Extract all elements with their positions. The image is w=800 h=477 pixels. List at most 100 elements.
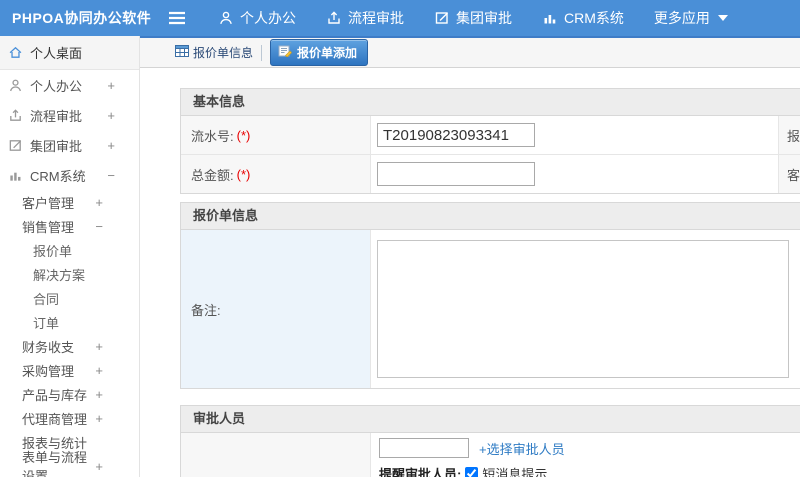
- expand-toggle[interactable]: +: [95, 411, 103, 426]
- remind-approver-label: 提醒审批人员:: [379, 467, 462, 477]
- edit-icon: [8, 138, 24, 153]
- nav-label: CRM系统: [564, 10, 624, 26]
- nav-personal-office[interactable]: 个人办公: [218, 8, 296, 28]
- edit-icon: [434, 10, 450, 26]
- nav-label: 更多应用: [653, 10, 710, 26]
- approver-field-cell: +选择审批人员 提醒审批人员: 短消息提示 注：流程第一步审批人员，这里选择你的…: [371, 433, 800, 477]
- sidebar-item-sales-mgmt[interactable]: 销售管理 −: [0, 214, 139, 238]
- sidebar-item-label: 销售管理: [22, 219, 75, 235]
- field-label-truncated: 客户: [787, 167, 800, 183]
- sidebar-item-form-flow-settings[interactable]: 表单与流程设置 +: [0, 450, 139, 477]
- sidebar-item-label: 个人桌面: [30, 46, 83, 61]
- collapse-toggle[interactable]: −: [107, 168, 115, 183]
- sidebar-item-product-inventory[interactable]: 产品与库存 +: [0, 382, 139, 406]
- form-content: 基本信息 流水号: (*) 报价: [140, 68, 800, 477]
- remark-textarea[interactable]: [377, 240, 789, 378]
- sidebar-item-label: 解决方案: [33, 267, 86, 283]
- sidebar-item-label: 采购管理: [22, 363, 75, 379]
- section-quotation-info: 报价单信息 备注:: [180, 202, 800, 389]
- sidebar-item-label: 个人办公: [30, 78, 83, 94]
- nav-label: 个人办公: [240, 10, 296, 26]
- sidebar-item-quotation[interactable]: 报价单: [0, 238, 139, 262]
- expand-toggle[interactable]: +: [95, 459, 103, 474]
- tab-label: 报价单添加: [297, 46, 358, 60]
- section-title: 报价单信息: [181, 203, 800, 230]
- sidebar-item-flow-approval[interactable]: 流程审批 +: [0, 100, 139, 130]
- main-area: 报价单信息 报价单添加 基本信息 流水号: (*) T2019082309334…: [140, 36, 800, 477]
- sidebar-item-label: 财务收支: [22, 339, 75, 355]
- required-mark: (*): [236, 166, 251, 182]
- bar-chart-icon: [542, 10, 558, 26]
- sidebar-item-label: 表单与流程设置: [22, 450, 88, 477]
- section-basic-info: 基本信息 流水号: (*) 报价: [180, 88, 800, 194]
- sidebar-item-purchase-mgmt[interactable]: 采购管理 +: [0, 358, 139, 382]
- tab-label: 报价单信息: [193, 46, 254, 60]
- total-label-cell: 总金额: (*): [181, 155, 371, 193]
- nav-label: 集团审批: [456, 10, 512, 26]
- sidebar: 个人桌面 个人办公 + 流程审批 + 集团审批 + CRM系统 − 客户管理 +…: [0, 36, 140, 477]
- field-label: 总金额:: [191, 167, 234, 183]
- form-row-serial: 流水号: (*) 报价: [181, 116, 800, 154]
- nav-crm-system[interactable]: CRM系统: [542, 8, 624, 28]
- hamburger-menu-icon[interactable]: [168, 10, 188, 26]
- form-row-approvers: 设置审批人员: (*) +选择审批人员 提醒审批人员: 短消息提示: [181, 433, 800, 477]
- remark-label-cell: 备注:: [181, 230, 371, 388]
- sms-remind-label: 短消息提示: [482, 467, 548, 477]
- total-amount-input[interactable]: [377, 162, 535, 186]
- sidebar-item-group-approval[interactable]: 集团审批 +: [0, 130, 139, 160]
- right-label-cell: 客户: [778, 155, 800, 193]
- nav-label: 流程审批: [348, 10, 404, 26]
- section-title: 审批人员: [181, 406, 800, 433]
- flow-approval-icon: [8, 108, 24, 123]
- sidebar-item-label: 产品与库存: [22, 387, 88, 403]
- approver-input[interactable]: [379, 438, 469, 458]
- expand-toggle[interactable]: +: [107, 78, 115, 93]
- sidebar-item-personal-desktop[interactable]: 个人桌面: [0, 36, 139, 70]
- field-label-truncated: 报价: [787, 128, 800, 144]
- nav-more-apps[interactable]: 更多应用: [654, 8, 728, 28]
- expand-toggle[interactable]: +: [95, 387, 103, 402]
- sidebar-item-personal-office[interactable]: 个人办公 +: [0, 70, 139, 100]
- serial-number-input[interactable]: [377, 123, 535, 147]
- sidebar-item-order[interactable]: 订单: [0, 310, 139, 334]
- sidebar-item-label: 代理商管理: [22, 411, 88, 427]
- expand-toggle[interactable]: +: [95, 363, 103, 378]
- app-window: PHPOA协同办公软件 个人办公 流程审批 集团审批 CRM系统 更多应用 个人…: [0, 0, 800, 477]
- total-field-cell: [371, 155, 778, 193]
- choose-approver-link[interactable]: +选择审批人员: [479, 439, 565, 458]
- chevron-down-icon: [717, 15, 728, 21]
- serial-label-cell: 流水号: (*): [181, 116, 371, 154]
- sidebar-item-label: CRM系统: [30, 168, 86, 184]
- sidebar-item-customer-mgmt[interactable]: 客户管理 +: [0, 190, 139, 214]
- tab-quotation-add-active[interactable]: 报价单添加: [270, 39, 369, 66]
- collapse-toggle[interactable]: −: [95, 219, 103, 234]
- expand-toggle[interactable]: +: [95, 339, 103, 354]
- table-icon: [175, 45, 189, 60]
- flow-approval-icon: [326, 10, 342, 26]
- approver-label-cell: 设置审批人员: (*): [181, 433, 371, 477]
- sidebar-item-label: 客户管理: [22, 195, 75, 211]
- user-icon: [218, 10, 234, 26]
- field-label: 流水号:: [191, 128, 234, 144]
- sidebar-item-crm-system[interactable]: CRM系统 −: [0, 160, 139, 190]
- sidebar-item-label: 流程审批: [30, 108, 83, 124]
- tab-strip: 报价单信息 报价单添加: [140, 36, 800, 68]
- bar-chart-icon: [8, 168, 24, 183]
- sidebar-item-solution[interactable]: 解决方案: [0, 262, 139, 286]
- form-add-icon: [278, 45, 293, 60]
- nav-flow-approval[interactable]: 流程审批: [326, 8, 404, 28]
- expand-toggle[interactable]: +: [107, 108, 115, 123]
- section-approvers: 审批人员 设置审批人员: (*) +选择审批人员 提醒审: [180, 405, 800, 477]
- sidebar-item-agent-mgmt[interactable]: 代理商管理 +: [0, 406, 139, 430]
- form-row-total: 总金额: (*) 客户: [181, 154, 800, 193]
- expand-toggle[interactable]: +: [95, 195, 103, 210]
- sms-remind-checkbox[interactable]: [465, 467, 479, 477]
- tab-quotation-info[interactable]: 报价单信息: [175, 44, 253, 61]
- required-mark: (*): [236, 127, 251, 143]
- sidebar-item-finance[interactable]: 财务收支 +: [0, 334, 139, 358]
- sidebar-item-label: 报价单: [33, 243, 73, 259]
- right-label-cell: 报价: [778, 116, 800, 154]
- nav-group-approval[interactable]: 集团审批: [434, 8, 512, 28]
- expand-toggle[interactable]: +: [107, 138, 115, 153]
- sidebar-item-contract[interactable]: 合同: [0, 286, 139, 310]
